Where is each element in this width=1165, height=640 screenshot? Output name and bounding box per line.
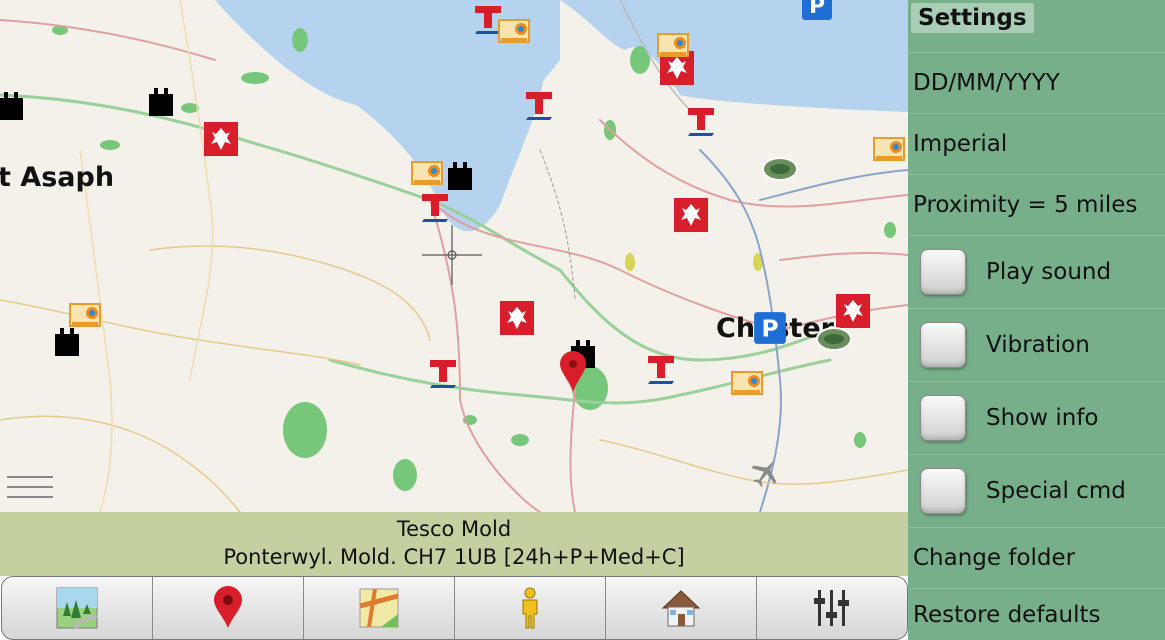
settings-header: Settings: [908, 0, 1165, 53]
change-folder-label: Change folder: [913, 545, 1076, 571]
selected-location-pin[interactable]: [558, 350, 588, 394]
proximity-option[interactable]: Proximity = 5 miles: [908, 175, 1165, 236]
racecourse-icon: [762, 157, 798, 181]
tesco-poi[interactable]: [684, 104, 718, 138]
fuel-station-poi[interactable]: [68, 298, 102, 332]
tesco-t-icon: [430, 360, 456, 388]
fuel-station-icon: [873, 137, 905, 161]
settings-panel: Settings DD/MM/YYYY Imperial Proximity =…: [908, 0, 1165, 640]
parking-poi[interactable]: P: [750, 310, 790, 346]
change-folder-option[interactable]: Change folder: [908, 528, 1165, 589]
tesco-poi[interactable]: [522, 88, 556, 122]
play-sound-checkbox[interactable]: [920, 249, 966, 295]
add-poi-button[interactable]: [153, 577, 304, 639]
units-option[interactable]: Imperial: [908, 114, 1165, 175]
castle-icon: [149, 88, 173, 116]
road-map-icon: [359, 588, 399, 628]
red-emblem-icon: [500, 301, 534, 335]
settings-button[interactable]: [757, 577, 907, 639]
castle-icon: [0, 92, 23, 120]
hamburger-icon: [7, 476, 53, 498]
map-pin-icon: [214, 586, 242, 628]
red-emblem-poi[interactable]: [500, 301, 534, 335]
restore-defaults-option[interactable]: Restore defaults: [908, 589, 1165, 640]
racecourse-poi[interactable]: [762, 156, 798, 182]
fuel-station-icon: [69, 303, 101, 327]
map-pin-icon: [560, 351, 586, 392]
map-base: [0, 0, 908, 512]
red-emblem-icon: [204, 122, 238, 156]
proximity-label: Proximity = 5 miles: [913, 192, 1138, 218]
poi-address: Ponterwyl. Mold. CH7 1UB [24h+P+Med+C]: [223, 545, 685, 569]
fuel-station-poi[interactable]: [497, 14, 531, 48]
play-sound-label: Play sound: [986, 259, 1112, 285]
fuel-station-poi[interactable]: [872, 132, 906, 166]
svg-text:P: P: [809, 0, 825, 19]
tesco-poi[interactable]: [644, 352, 678, 386]
poi-info-bar: Tesco Mold Ponterwyl. Mold. CH7 1UB [24h…: [0, 512, 908, 576]
airplane-icon: [751, 460, 777, 488]
tesco-poi[interactable]: [418, 190, 452, 224]
map-menu-handle[interactable]: [7, 474, 53, 500]
poi-title: Tesco Mold: [396, 517, 512, 541]
map-canvas[interactable]: t Asaph Chester P P: [0, 0, 908, 512]
red-emblem-poi[interactable]: [204, 122, 238, 156]
red-emblem-icon: [674, 198, 708, 232]
units-label: Imperial: [913, 131, 1008, 157]
fuel-station-icon: [731, 371, 763, 395]
house-icon: [661, 590, 701, 627]
red-emblem-poi[interactable]: [674, 198, 708, 232]
restore-defaults-label: Restore defaults: [913, 601, 1101, 628]
castle-poi[interactable]: [443, 158, 477, 192]
show-info-toggle[interactable]: Show info: [908, 382, 1165, 455]
fuel-station-poi[interactable]: [410, 156, 444, 190]
castle-poi[interactable]: [144, 84, 178, 118]
parking-icon: P: [754, 312, 786, 344]
person-icon: [522, 587, 538, 629]
vibration-label: Vibration: [986, 332, 1090, 358]
home-button[interactable]: [606, 577, 757, 639]
tesco-t-icon: [422, 194, 448, 222]
castle-icon: [448, 162, 472, 190]
special-cmd-checkbox[interactable]: [920, 468, 966, 514]
tesco-poi[interactable]: [426, 356, 460, 390]
red-emblem-poi[interactable]: [836, 294, 870, 328]
vibration-toggle[interactable]: Vibration: [908, 309, 1165, 382]
play-sound-toggle[interactable]: Play sound: [908, 236, 1165, 309]
tesco-t-icon: [688, 108, 714, 136]
fuel-station-icon: [498, 19, 530, 43]
tesco-t-icon: [526, 92, 552, 120]
sliders-icon: [814, 590, 849, 626]
parking-icon: P: [802, 0, 832, 20]
show-info-checkbox[interactable]: [920, 395, 966, 441]
fuel-station-poi[interactable]: [656, 28, 690, 62]
racecourse-poi[interactable]: [816, 326, 852, 352]
date-format-label: DD/MM/YYYY: [913, 70, 1060, 96]
place-label-st-asaph: t Asaph: [0, 162, 115, 193]
castle-poi[interactable]: [0, 88, 28, 122]
route-button[interactable]: [304, 577, 455, 639]
vibration-checkbox[interactable]: [920, 322, 966, 368]
fuel-station-poi[interactable]: [730, 366, 764, 400]
tesco-t-icon: [648, 356, 674, 384]
red-emblem-icon: [836, 294, 870, 328]
special-cmd-label: Special cmd: [986, 478, 1126, 504]
special-cmd-toggle[interactable]: Special cmd: [908, 455, 1165, 528]
map-view-button[interactable]: [2, 577, 153, 639]
settings-title: Settings: [911, 3, 1034, 33]
airport-poi[interactable]: [750, 456, 782, 488]
bottom-toolbar: [1, 576, 908, 640]
walk-mode-button[interactable]: [455, 577, 606, 639]
parking-poi[interactable]: P: [800, 0, 834, 22]
landscape-icon: [56, 587, 98, 630]
show-info-label: Show info: [986, 405, 1099, 431]
fuel-station-icon: [657, 33, 689, 57]
svg-text:P: P: [761, 315, 778, 342]
fuel-station-icon: [411, 161, 443, 185]
date-format-option[interactable]: DD/MM/YYYY: [908, 53, 1165, 114]
racecourse-icon: [816, 327, 852, 351]
